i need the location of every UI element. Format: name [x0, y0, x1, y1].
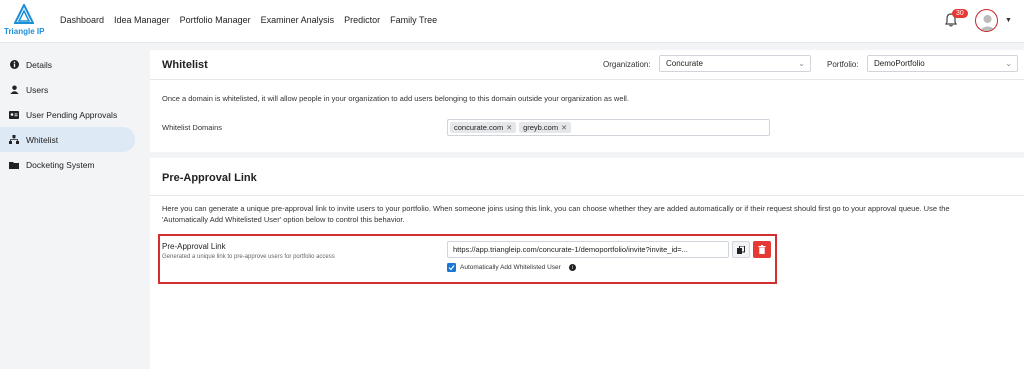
auto-add-checkbox[interactable]	[447, 263, 456, 272]
sidebar-item-label: Whitelist	[26, 134, 59, 145]
preapproval-description: Here you can generate a unique pre-appro…	[162, 203, 1022, 225]
auto-add-checkbox-row: Automatically Add Whitelisted User i	[447, 263, 576, 272]
portfolio-value: DemoPortfolio	[874, 59, 925, 68]
sidebar-item-user-pending-approvals[interactable]: User Pending Approvals	[0, 102, 140, 127]
triangle-logo-icon	[14, 4, 34, 24]
preapproval-link-sublabel: Generated a unique link to pre-approve u…	[162, 254, 335, 260]
close-icon[interactable]: ✕	[506, 124, 512, 132]
organization-select[interactable]: Concurate ⌄	[659, 55, 811, 72]
domain-tag-label: concurate.com	[454, 123, 504, 132]
chevron-down-icon: ⌄	[1005, 59, 1012, 68]
close-icon[interactable]: ✕	[561, 124, 567, 132]
nav-dashboard[interactable]: Dashboard	[60, 15, 104, 25]
top-navbar: Triangle IP Dashboard Idea Manager Portf…	[0, 0, 1024, 43]
info-icon[interactable]: i	[568, 264, 576, 271]
app-logo[interactable]: Triangle IP	[4, 4, 44, 38]
organization-value: Concurate	[666, 59, 703, 68]
whitelist-title: Whitelist	[162, 59, 208, 71]
domain-tag: concurate.com ✕	[450, 122, 517, 133]
sidebar-item-whitelist[interactable]: Whitelist	[0, 127, 135, 152]
nav-idea-manager[interactable]: Idea Manager	[114, 15, 170, 25]
user-avatar-icon	[979, 15, 996, 31]
sidebar-item-label: Details	[26, 59, 52, 70]
checkmark-icon	[448, 265, 455, 271]
folder-icon	[9, 160, 19, 170]
auto-add-checkbox-label: Automatically Add Whitelisted User	[460, 264, 561, 271]
copy-link-button[interactable]	[732, 241, 750, 258]
preapproval-link-label: Pre-Approval Link	[162, 242, 226, 251]
whitelist-domains-input[interactable]: concurate.com ✕ greyb.com ✕	[447, 119, 770, 136]
preapproval-link-field[interactable]: https://app.triangleip.com/concurate-1/d…	[447, 241, 729, 258]
id-card-icon	[9, 110, 19, 120]
portfolio-select[interactable]: DemoPortfolio ⌄	[867, 55, 1018, 72]
sidebar: Details Users User Pending Approvals Whi…	[0, 52, 140, 177]
whitelist-domains-label: Whitelist Domains	[162, 123, 223, 132]
divider	[150, 195, 1024, 196]
whitelist-description: Once a domain is whitelisted, it will al…	[162, 94, 629, 103]
copy-icon	[737, 245, 745, 254]
organization-label: Organization:	[603, 60, 651, 69]
preapproval-description-line: 'Automatically Add Whitelisted User' opt…	[162, 215, 405, 224]
portfolio-label: Portfolio:	[827, 60, 859, 69]
avatar[interactable]	[975, 9, 998, 32]
logo-text: Triangle IP	[4, 27, 45, 36]
sidebar-item-label: Docketing System	[26, 159, 95, 170]
main-nav: Dashboard Idea Manager Portfolio Manager…	[60, 15, 437, 25]
nav-portfolio-manager[interactable]: Portfolio Manager	[180, 15, 251, 25]
sidebar-item-label: Users	[26, 84, 49, 95]
sidebar-item-details[interactable]: Details	[0, 52, 140, 77]
nav-family-tree[interactable]: Family Tree	[390, 15, 437, 25]
domain-tag: greyb.com ✕	[519, 122, 571, 133]
preapproval-description-line: Here you can generate a unique pre-appro…	[162, 204, 950, 213]
sidebar-item-users[interactable]: Users	[0, 77, 140, 102]
sidebar-item-label: User Pending Approvals	[26, 109, 118, 120]
user-icon	[9, 85, 19, 95]
domain-tag-label: greyb.com	[523, 123, 559, 132]
delete-link-button[interactable]	[753, 241, 771, 258]
info-icon	[9, 60, 19, 70]
divider	[150, 79, 1024, 80]
sitemap-icon	[9, 135, 19, 145]
nav-predictor[interactable]: Predictor	[344, 15, 380, 25]
trash-icon	[758, 245, 766, 254]
sidebar-item-docketing-system[interactable]: Docketing System	[0, 152, 140, 177]
whitelist-card: Whitelist Organization: Concurate ⌄ Port…	[150, 50, 1024, 152]
notification-badge: 30	[952, 9, 968, 18]
preapproval-card: Pre-Approval Link Here you can generate …	[150, 158, 1024, 369]
preapproval-title: Pre-Approval Link	[162, 172, 257, 184]
chevron-down-icon: ⌄	[798, 59, 805, 68]
nav-examiner-analysis[interactable]: Examiner Analysis	[261, 15, 335, 25]
chevron-down-icon[interactable]: ▼	[1005, 17, 1012, 24]
